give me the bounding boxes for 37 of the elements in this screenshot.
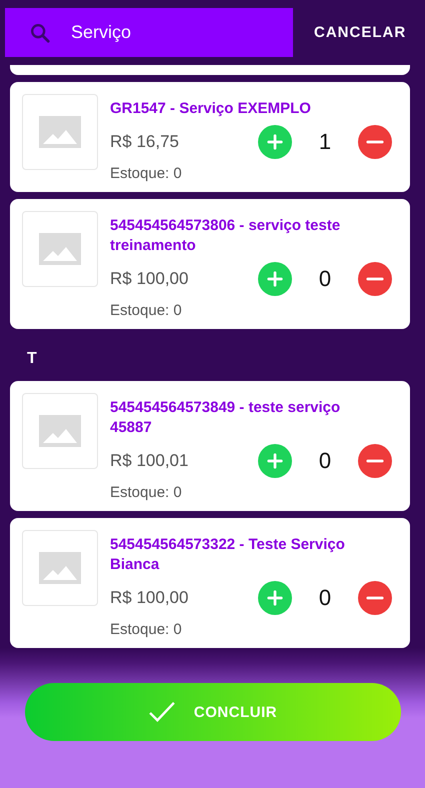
stock-label: Estoque: 0	[110, 302, 183, 319]
quantity-value: 0	[318, 585, 332, 611]
search-field[interactable]: Serviço	[5, 8, 293, 57]
remove-button[interactable]	[358, 262, 392, 296]
minus-icon	[366, 140, 384, 144]
remove-button[interactable]	[358, 444, 392, 478]
quantity-value: 1	[318, 129, 332, 155]
product-title: GR1547 - Serviço EXEMPLO	[110, 99, 312, 119]
cancel-button[interactable]: CANCELAR	[314, 24, 406, 41]
product-title: 545454564573806 - serviço teste treinamento	[110, 216, 342, 256]
quantity-value: 0	[318, 448, 332, 474]
search-icon	[29, 22, 51, 44]
check-icon	[148, 701, 176, 723]
image-icon	[39, 415, 81, 447]
minus-icon	[366, 459, 384, 463]
plus-icon	[266, 270, 284, 288]
stock-label: Estoque: 0	[110, 165, 183, 182]
remove-button[interactable]	[358, 125, 392, 159]
minus-icon	[366, 277, 384, 281]
image-icon	[39, 116, 81, 148]
minus-icon	[366, 596, 384, 600]
plus-icon	[266, 452, 284, 470]
product-title: 545454564573322 - Teste Serviço Bianca	[110, 535, 346, 575]
image-icon	[39, 552, 81, 584]
remove-button[interactable]	[358, 581, 392, 615]
plus-icon	[266, 589, 284, 607]
product-price: R$ 100,00	[110, 269, 190, 289]
product-price: R$ 100,01	[110, 451, 190, 471]
image-icon	[39, 233, 81, 265]
plus-icon	[266, 133, 284, 151]
product-title: 545454564573849 - teste serviço 45887	[110, 398, 342, 438]
product-price: R$ 100,00	[110, 588, 190, 608]
quantity-value: 0	[318, 266, 332, 292]
section-header: T	[26, 349, 38, 369]
stock-label: Estoque: 0	[110, 484, 183, 501]
stock-label: Estoque: 0	[110, 621, 183, 638]
product-price: R$ 16,75	[110, 132, 180, 152]
